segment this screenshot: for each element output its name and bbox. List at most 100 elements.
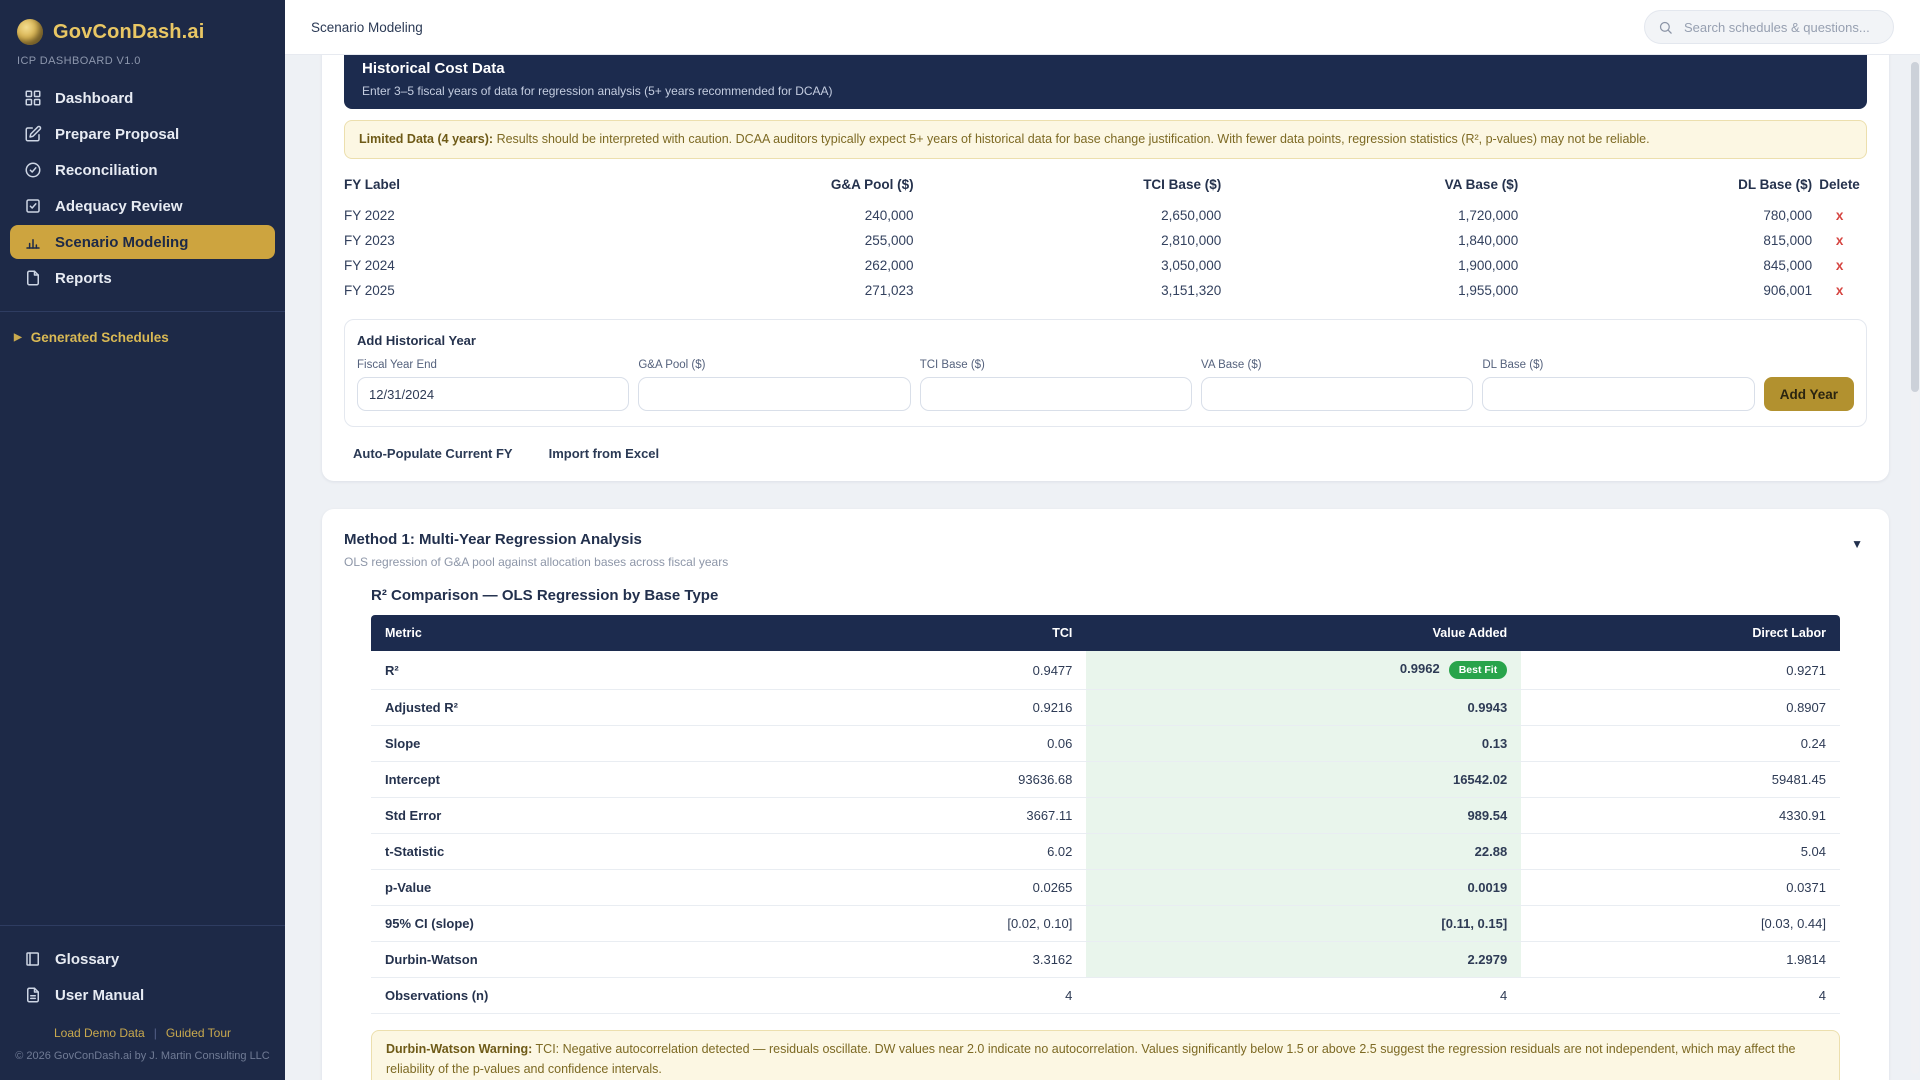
- historical-col-tci-base: TCI Base ($): [914, 171, 1222, 203]
- value-added-value: 16542.02: [1086, 762, 1521, 798]
- sidebar-item-label: Prepare Proposal: [55, 126, 179, 143]
- field-label: DL Base ($): [1482, 359, 1754, 371]
- limited-data-warning-text: Results should be interpreted with cauti…: [497, 132, 1650, 146]
- direct-labor-value: 4: [1521, 978, 1840, 1014]
- delete-row-button[interactable]: x: [1836, 283, 1844, 298]
- add-historical-year-panel: Add Historical Year Fiscal Year EndG&A P…: [344, 319, 1867, 427]
- sidebar-item-dashboard[interactable]: Dashboard: [10, 81, 275, 115]
- sidebar-item-scenario-modeling[interactable]: Scenario Modeling: [10, 225, 275, 259]
- va-base-input[interactable]: [1201, 377, 1473, 411]
- fiscal-year-end-input[interactable]: [357, 377, 629, 411]
- search-input[interactable]: [1682, 19, 1880, 36]
- historical-col-va-base: VA Base ($): [1221, 171, 1518, 203]
- prepare-proposal-icon: [24, 125, 42, 143]
- sidebar-item-label: Scenario Modeling: [55, 234, 188, 251]
- regression-row-intercept: Intercept93636.6816542.0259481.45: [371, 762, 1840, 798]
- tci-value: 3667.11: [782, 798, 1086, 834]
- historical-cost-card: Historical Cost Data Enter 3–5 fiscal ye…: [322, 55, 1889, 481]
- app-logo: GovConDash.ai: [0, 0, 285, 47]
- dl-base-input[interactable]: [1482, 377, 1754, 411]
- direct-labor-value: 0.8907: [1521, 690, 1840, 726]
- metric-label: t-Statistic: [371, 834, 782, 870]
- sidebar-item-user-manual[interactable]: User Manual: [10, 978, 275, 1012]
- user-manual-icon: [24, 986, 42, 1004]
- generated-schedules-label: Generated Schedules: [31, 330, 169, 345]
- glossary-icon: [24, 950, 42, 968]
- delete-row-button[interactable]: x: [1836, 208, 1844, 223]
- add-year-field-fiscal-year-end: Fiscal Year End: [357, 359, 629, 411]
- historical-header: Historical Cost Data Enter 3–5 fiscal ye…: [344, 55, 1867, 109]
- sidebar-footer-links: Load Demo Data | Guided Tour: [0, 1014, 285, 1045]
- load-demo-data-link[interactable]: Load Demo Data: [54, 1026, 145, 1040]
- sidebar-item-reconciliation[interactable]: Reconciliation: [10, 153, 275, 187]
- guided-tour-link[interactable]: Guided Tour: [166, 1026, 231, 1040]
- add-year-field-g-a-pool: G&A Pool ($): [638, 359, 910, 411]
- scrollbar-thumb[interactable]: [1911, 62, 1919, 392]
- method1-subtitle: OLS regression of G&A pool against alloc…: [344, 555, 728, 569]
- sidebar-item-generated-schedules[interactable]: ▶ Generated Schedules: [0, 326, 285, 349]
- tci-value: 3.3162: [782, 942, 1086, 978]
- sidebar: GovConDash.ai ICP DASHBOARD V1.0 Dashboa…: [0, 0, 285, 1080]
- value-added-value: 4: [1086, 978, 1521, 1014]
- sidebar-item-label: User Manual: [55, 987, 144, 1004]
- field-label: Fiscal Year End: [357, 359, 629, 371]
- cell: 2,810,000: [914, 228, 1222, 253]
- cell: 815,000: [1518, 228, 1812, 253]
- value-added-value: 0.0019: [1086, 870, 1521, 906]
- value-added-value: 0.9943: [1086, 690, 1521, 726]
- historical-title: Historical Cost Data: [362, 60, 1849, 77]
- cell: 3,151,320: [914, 278, 1222, 303]
- sidebar-item-reports[interactable]: Reports: [10, 261, 275, 295]
- durbin-watson-warning: Durbin-Watson Warning: TCI: Negative aut…: [371, 1030, 1840, 1080]
- collapse-section-icon[interactable]: ▼: [1847, 531, 1867, 557]
- add-year-field-va-base: VA Base ($): [1201, 359, 1473, 411]
- delete-row-button[interactable]: x: [1836, 258, 1844, 273]
- metric-label: Durbin-Watson: [371, 942, 782, 978]
- historical-col-fy-label: FY Label: [344, 171, 618, 203]
- tci-value: 0.9216: [782, 690, 1086, 726]
- r2-comparison-title: R² Comparison — OLS Regression by Base T…: [371, 587, 1840, 604]
- regression-col-value-added: Value Added: [1086, 615, 1521, 651]
- historical-row-fy-2022: FY 2022240,0002,650,0001,720,000780,000x: [344, 203, 1867, 228]
- historical-row-fy-2023: FY 2023255,0002,810,0001,840,000815,000x: [344, 228, 1867, 253]
- metric-label: Std Error: [371, 798, 782, 834]
- scrollbar[interactable]: [1911, 58, 1919, 1074]
- cell: 1,955,000: [1221, 278, 1518, 303]
- sidebar-item-adequacy-review[interactable]: Adequacy Review: [10, 189, 275, 223]
- historical-table: FY LabelG&A Pool ($)TCI Base ($)VA Base …: [344, 171, 1867, 303]
- chevron-right-icon: ▶: [14, 332, 22, 343]
- search-box[interactable]: [1644, 10, 1894, 44]
- field-label: G&A Pool ($): [638, 359, 910, 371]
- sidebar-item-label: Reports: [55, 270, 112, 287]
- dashboard-icon: [24, 89, 42, 107]
- direct-labor-value: 59481.45: [1521, 762, 1840, 798]
- regression-row-std-error: Std Error3667.11989.544330.91: [371, 798, 1840, 834]
- reports-icon: [24, 269, 42, 287]
- durbin-watson-warning-text: TCI: Negative autocorrelation detected —…: [386, 1042, 1796, 1075]
- cell: FY 2025: [344, 278, 618, 303]
- regression-row-t-statistic: t-Statistic6.0222.885.04: [371, 834, 1840, 870]
- method1-header: Method 1: Multi-Year Regression Analysis…: [344, 531, 1867, 569]
- value-added-value: 0.13: [1086, 726, 1521, 762]
- sidebar-item-glossary[interactable]: Glossary: [10, 942, 275, 976]
- tci-value: 6.02: [782, 834, 1086, 870]
- add-year-button[interactable]: Add Year: [1764, 377, 1854, 411]
- cell: 255,000: [618, 228, 913, 253]
- tci-value: 0.0265: [782, 870, 1086, 906]
- g-a-pool-input[interactable]: [638, 377, 910, 411]
- regression-col-direct-labor: Direct Labor: [1521, 615, 1840, 651]
- scenario-modeling-icon: [24, 233, 42, 251]
- cell: FY 2022: [344, 203, 618, 228]
- add-year-field-dl-base: DL Base ($): [1482, 359, 1754, 411]
- cell: 1,720,000: [1221, 203, 1518, 228]
- direct-labor-value: 0.24: [1521, 726, 1840, 762]
- tci-base-input[interactable]: [920, 377, 1192, 411]
- sidebar-item-prepare-proposal[interactable]: Prepare Proposal: [10, 117, 275, 151]
- import-excel-button[interactable]: Import from Excel: [549, 446, 660, 461]
- sidebar-item-label: Glossary: [55, 951, 119, 968]
- historical-actions: Auto-Populate Current FY Import from Exc…: [344, 446, 1867, 461]
- cell: 1,840,000: [1221, 228, 1518, 253]
- value-added-value: 989.54: [1086, 798, 1521, 834]
- delete-row-button[interactable]: x: [1836, 233, 1844, 248]
- auto-populate-button[interactable]: Auto-Populate Current FY: [353, 446, 513, 461]
